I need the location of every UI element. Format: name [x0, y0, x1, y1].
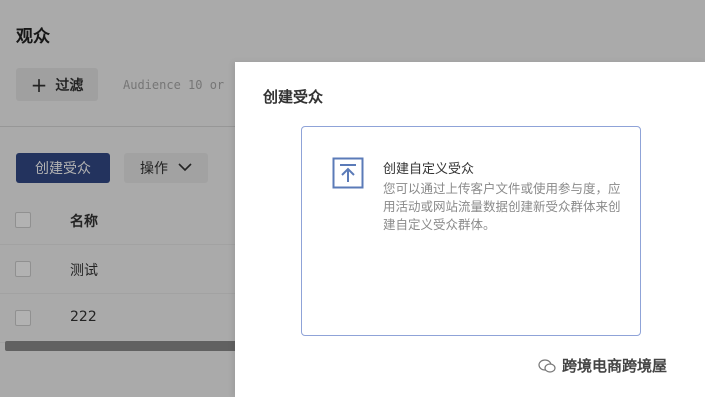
wechat-icon — [538, 358, 556, 373]
create-audience-modal: 创建受众 创建自定义受众 您可以通过上传客户文件或使用参与度，应用活动或网站流量… — [235, 62, 705, 397]
option-title: 创建自定义受众 — [383, 162, 475, 177]
watermark-text: 跨境电商跨境屋 — [562, 357, 668, 375]
modal-title: 创建受众 — [263, 88, 324, 106]
custom-audience-option[interactable]: 创建自定义受众 您可以通过上传客户文件或使用参与度，应用活动或网站流量数据创建新… — [301, 126, 641, 336]
watermark: 跨境电商跨境屋 — [538, 355, 667, 376]
option-description: 您可以通过上传客户文件或使用参与度，应用活动或网站流量数据创建新受众群体来创建自… — [383, 181, 621, 232]
upload-icon — [332, 157, 364, 189]
